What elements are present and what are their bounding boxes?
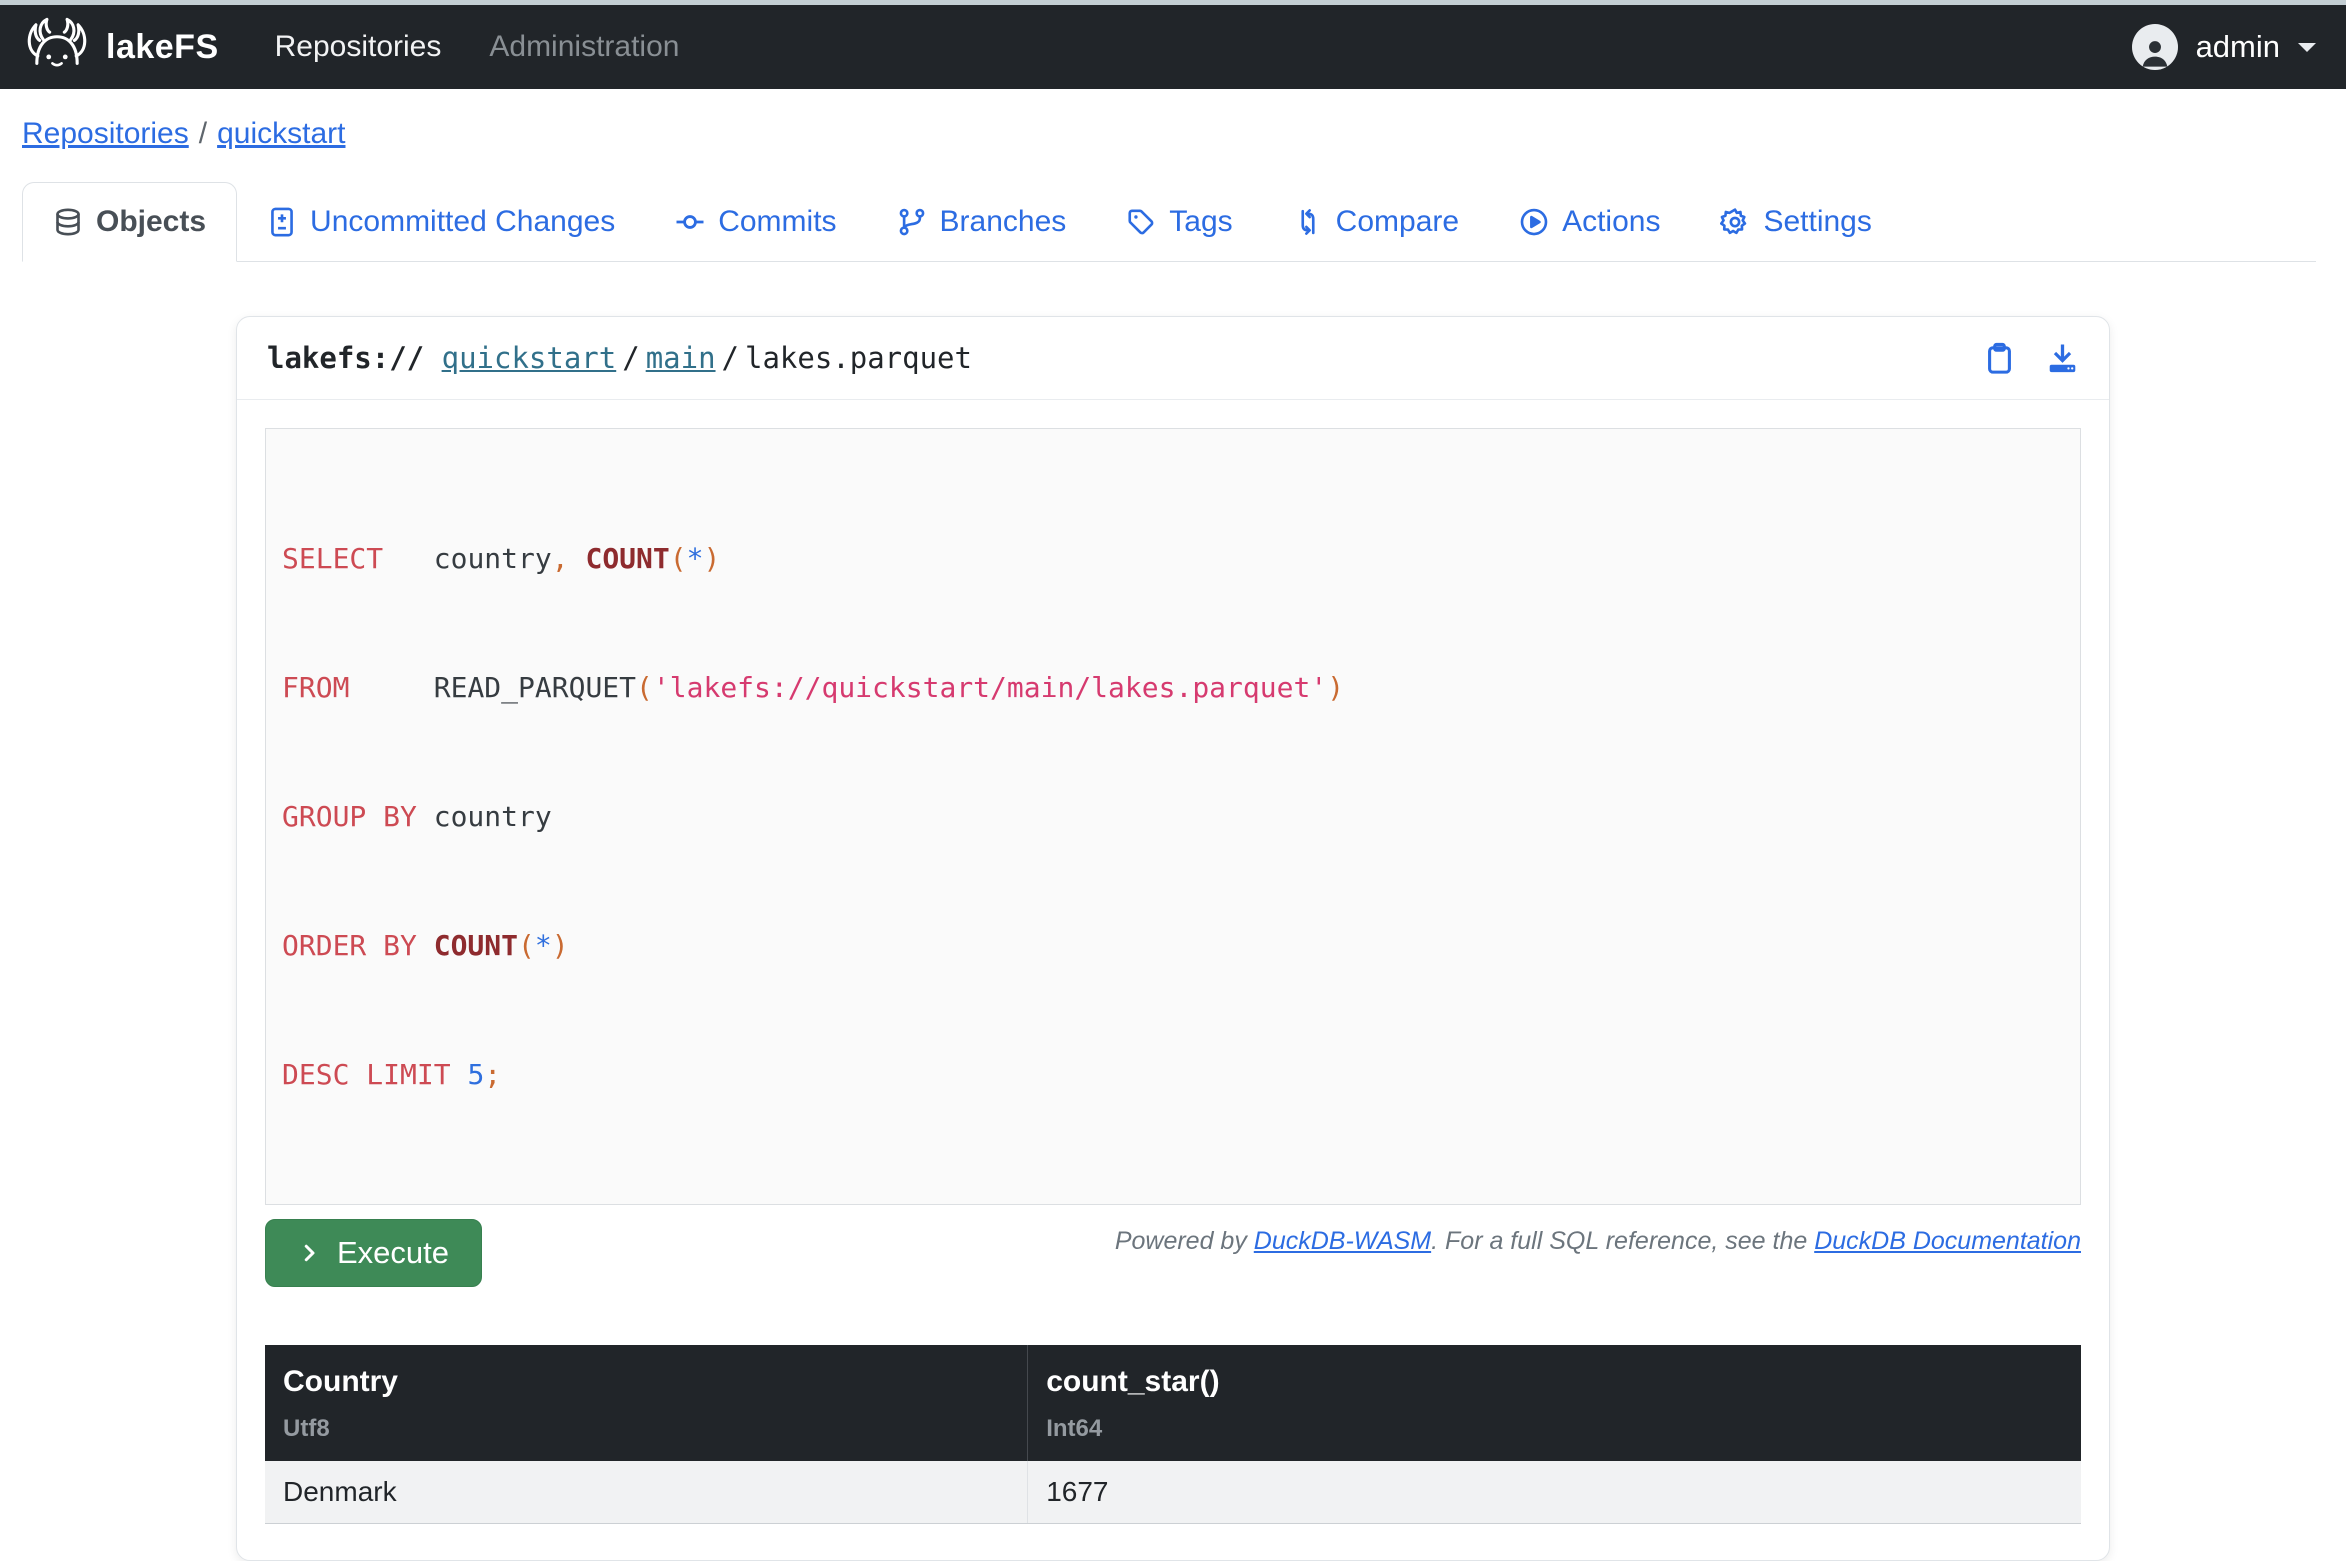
chevron-down-icon — [2298, 43, 2316, 61]
sql-editor[interactable]: SELECT country, COUNT(*) FROM READ_PARQU… — [265, 428, 2081, 1205]
breadcrumb-repositories-link[interactable]: Repositories — [22, 117, 189, 150]
object-viewer-card: lakefs:// quickstart/main/lakes.parquet … — [236, 316, 2110, 1561]
branch-icon — [897, 207, 927, 237]
cell-country: Denmark — [265, 1461, 1028, 1524]
path-object-name: lakes.parquet — [745, 341, 972, 375]
breadcrumb: Repositories/quickstart — [0, 89, 2346, 151]
tab-settings[interactable]: Settings — [1690, 182, 1901, 262]
duckdb-docs-link[interactable]: DuckDB Documentation — [1814, 1227, 2081, 1255]
object-path-header: lakefs:// quickstart/main/lakes.parquet — [237, 317, 2109, 400]
tab-actions[interactable]: Actions — [1489, 182, 1690, 262]
powered-by-note: Powered by DuckDB-WASM. For a full SQL r… — [1115, 1227, 2081, 1256]
breadcrumb-separator: / — [189, 117, 217, 150]
path-scheme: lakefs:// — [267, 341, 424, 375]
sql-line: SELECT country, COUNT(*) — [282, 537, 2064, 580]
execute-button[interactable]: Execute — [265, 1219, 482, 1287]
tab-commits[interactable]: Commits — [645, 182, 866, 262]
copy-icon[interactable] — [1983, 342, 2016, 375]
path-repo-link[interactable]: quickstart — [442, 341, 617, 375]
brand-name: lakeFS — [106, 28, 219, 67]
results-header-country: Country Utf8 — [265, 1345, 1028, 1461]
nav-item-repositories[interactable]: Repositories — [275, 30, 442, 64]
download-icon[interactable] — [2046, 342, 2079, 375]
path-separator: / — [616, 341, 645, 375]
path-separator: / — [716, 341, 745, 375]
sql-line: GROUP BY country — [282, 795, 2064, 838]
lakefs-brand[interactable]: lakeFS — [24, 15, 219, 80]
results-header-count: count_star() Int64 — [1028, 1345, 2081, 1461]
tab-uncommitted-changes[interactable]: Uncommitted Changes — [237, 182, 645, 262]
commit-icon — [675, 207, 705, 237]
path-branch-link[interactable]: main — [646, 341, 716, 375]
table-row: Denmark 1677 — [265, 1461, 2081, 1524]
nav-item-administration[interactable]: Administration — [489, 30, 679, 64]
results-header-row: Country Utf8 count_star() Int64 — [265, 1345, 2081, 1461]
breadcrumb-repository-link[interactable]: quickstart — [217, 117, 345, 150]
duckdb-wasm-link[interactable]: DuckDB-WASM — [1254, 1227, 1431, 1255]
person-icon — [2138, 36, 2172, 70]
gear-icon — [1720, 207, 1750, 237]
database-icon — [53, 207, 83, 237]
cell-count: 1677 — [1028, 1461, 2081, 1524]
tab-objects[interactable]: Objects — [22, 182, 237, 262]
sql-line: DESC LIMIT 5; — [282, 1053, 2064, 1096]
lakefs-logo-icon — [24, 15, 90, 80]
compare-icon — [1293, 207, 1323, 237]
top-navbar: lakeFS Repositories Administration admin — [0, 5, 2346, 89]
sql-line: ORDER BY COUNT(*) — [282, 924, 2064, 967]
query-results-table: Country Utf8 count_star() Int64 Denmark … — [265, 1345, 2081, 1524]
chevron-right-icon — [298, 1241, 322, 1265]
user-name: admin — [2196, 29, 2280, 65]
repository-tabbar: Objects Uncommitted Changes Commits Bran… — [22, 181, 2316, 262]
tab-tags[interactable]: Tags — [1096, 182, 1262, 262]
tab-branches[interactable]: Branches — [867, 182, 1097, 262]
object-viewer-body: SELECT country, COUNT(*) FROM READ_PARQU… — [237, 400, 2109, 1560]
sql-line: FROM READ_PARQUET('lakefs://quickstart/m… — [282, 666, 2064, 709]
object-actions — [1983, 342, 2079, 375]
object-path: lakefs:// quickstart/main/lakes.parquet — [267, 341, 972, 375]
user-avatar — [2132, 24, 2178, 70]
user-menu[interactable]: admin — [2132, 24, 2316, 70]
play-icon — [1519, 207, 1549, 237]
file-diff-icon — [267, 207, 297, 237]
navbar-links: Repositories Administration — [275, 30, 680, 64]
tab-compare[interactable]: Compare — [1263, 182, 1489, 262]
tag-icon — [1126, 207, 1156, 237]
editor-action-row: Execute Powered by DuckDB-WASM. For a fu… — [265, 1219, 2081, 1287]
